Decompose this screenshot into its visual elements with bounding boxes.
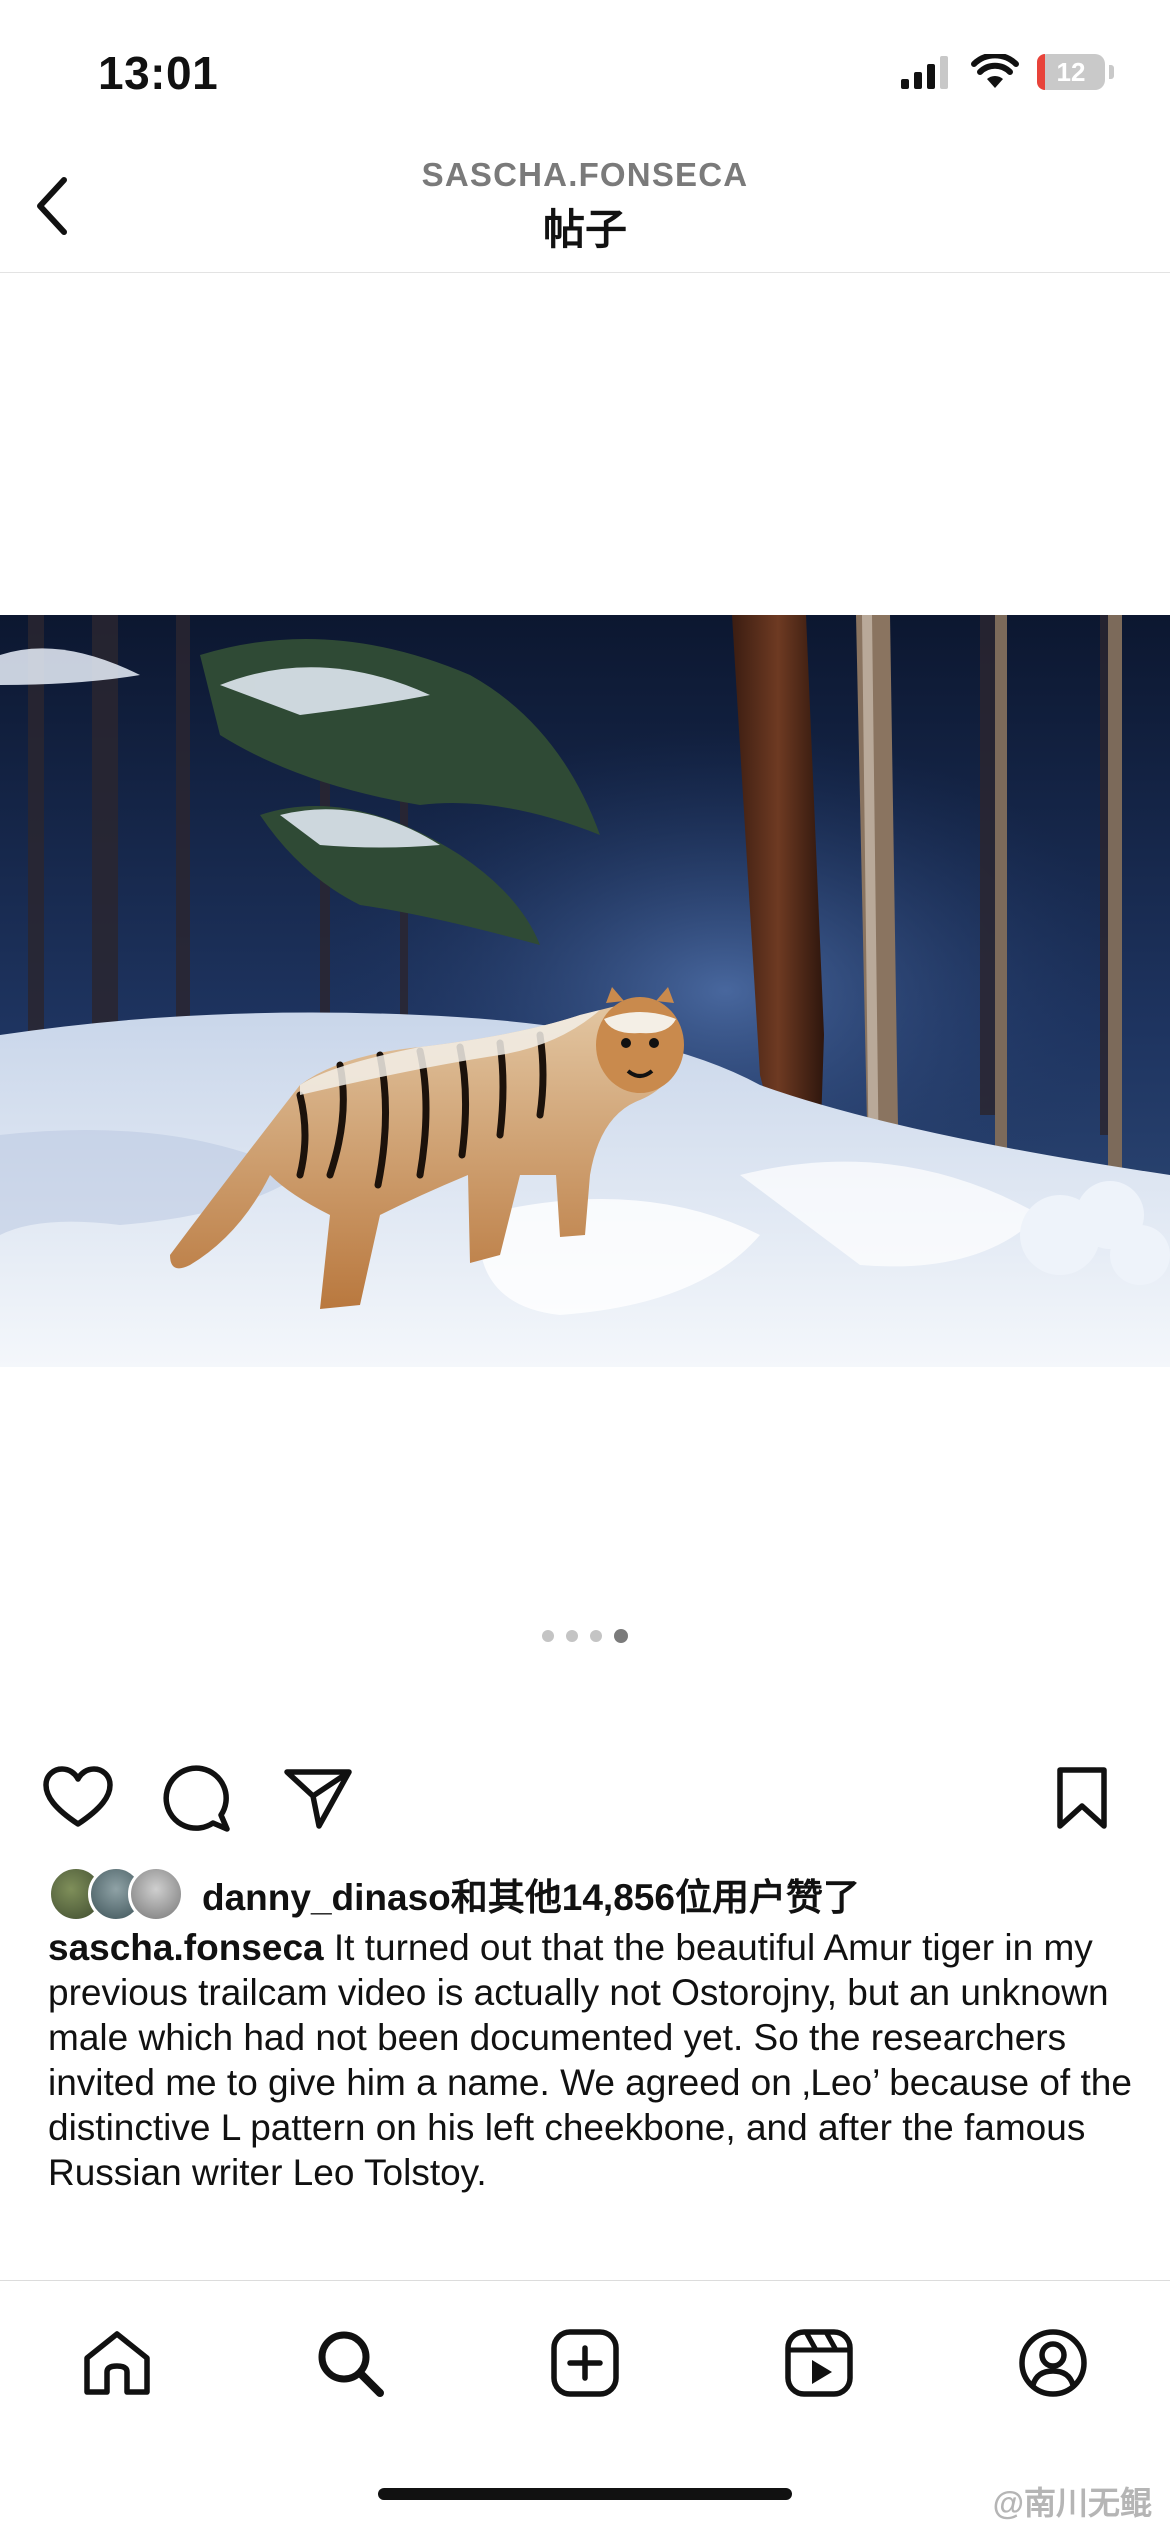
wifi-icon [971,54,1019,88]
likes-text: danny_dinaso和其他14,856位用户赞了 [202,1867,860,1921]
carousel-indicator [0,1629,1170,1643]
battery-icon: 12 [1037,54,1105,90]
avatar [128,1866,184,1922]
likes-summary[interactable]: danny_dinaso和其他14,856位用户赞了 [48,1864,860,1924]
carousel-dot [566,1630,578,1642]
tab-create[interactable] [540,2318,630,2408]
header-divider [0,272,1170,273]
tab-reels[interactable] [774,2318,864,2408]
bookmark-icon [1057,1767,1107,1829]
status-icons: 12 [901,52,1114,92]
reels-icon [785,2329,853,2397]
watermark: @南川无鲲 [992,2485,1152,2521]
post-photo[interactable] [0,615,1170,1367]
likes-count-text[interactable]: 和其他14,856位用户赞了 [451,1877,860,1918]
page-title: 帖子 [542,206,627,253]
tab-bar-divider [0,2280,1170,2281]
tab-search[interactable] [305,2318,395,2408]
home-icon [84,2331,150,2395]
battery-percent: 12 [1056,56,1086,87]
like-button[interactable] [38,1758,118,1838]
heart-icon [43,1766,113,1827]
liker-username[interactable]: danny_dinaso [202,1877,451,1918]
tab-profile[interactable] [1008,2318,1098,2408]
home-indicator[interactable] [378,2488,792,2500]
post-caption: sascha.fonseca It turned out that the be… [48,1925,1138,2195]
carousel-dot [542,1630,554,1642]
share-button[interactable] [278,1758,358,1838]
tab-home[interactable] [72,2318,162,2408]
save-button[interactable] [1042,1758,1122,1838]
cellular-signal-icon [901,56,948,89]
caption-username[interactable]: sascha.fonseca [48,1927,324,1968]
share-icon [284,1769,352,1829]
create-icon [551,2329,619,2397]
profile-icon [1019,2329,1087,2397]
status-time: 13:01 [98,47,219,99]
carousel-dot [614,1629,628,1643]
header-username[interactable]: SASCHA.FONSECA [0,156,1170,194]
tiger-in-snow-image [0,615,1170,1367]
comment-button[interactable] [158,1758,238,1838]
search-icon [318,2331,384,2397]
comment-icon [163,1765,230,1832]
carousel-dot [590,1630,602,1642]
